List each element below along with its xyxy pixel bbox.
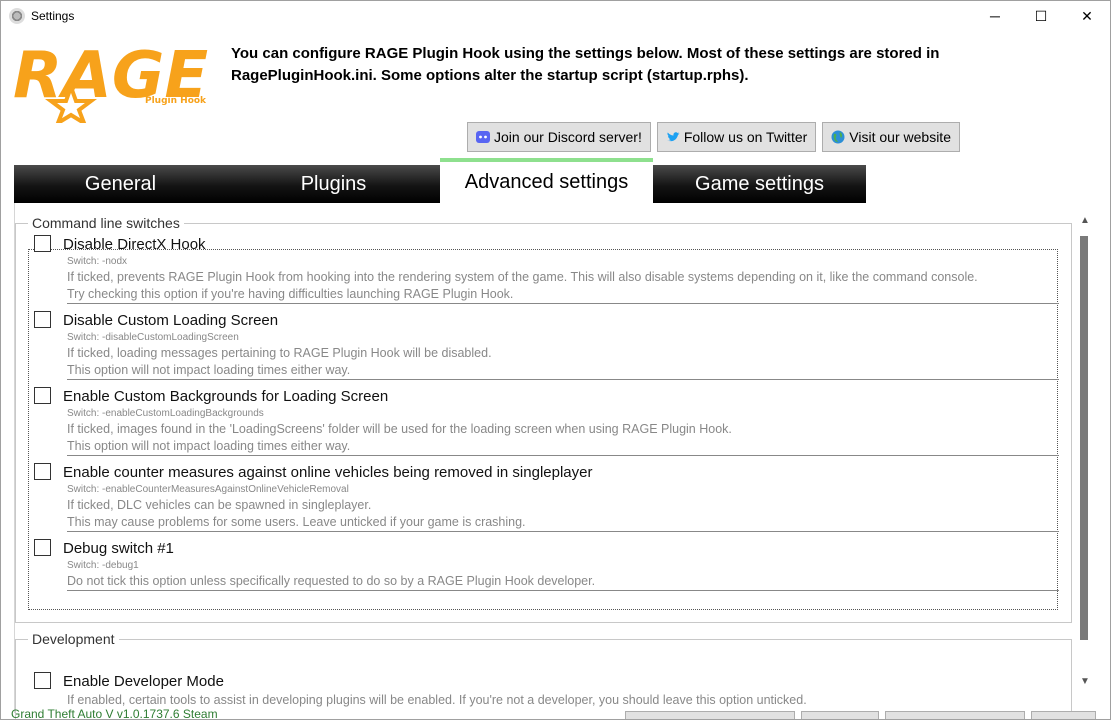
- intro-line-1: You can configure RAGE Plugin Hook using…: [231, 45, 940, 62]
- option-description: Try checking this option if you're havin…: [67, 287, 514, 301]
- option-title: Enable counter measures against online v…: [63, 464, 593, 481]
- globe-icon: [831, 130, 845, 144]
- option-title: Enable Developer Mode: [63, 673, 224, 690]
- option-separator: [67, 379, 1059, 380]
- window-controls: ─ ☐ ✕: [972, 1, 1110, 31]
- scroll-down-arrow-icon[interactable]: ▼: [1079, 677, 1091, 687]
- option-description: If ticked, prevents RAGE Plugin Hook fro…: [67, 270, 978, 284]
- option-switch: Switch: -disableCustomLoadingScreen: [67, 332, 239, 343]
- option-switch: Switch: -enableCustomLoadingBackgrounds: [67, 408, 264, 419]
- bottom-button[interactable]: [801, 711, 879, 719]
- option-switch: Switch: -nodx: [67, 256, 128, 267]
- rage-logo: RAGE Plugin Hook: [13, 41, 208, 123]
- discord-button[interactable]: Join our Discord server!: [467, 122, 651, 152]
- discord-label: Join our Discord server!: [494, 129, 642, 145]
- gear-icon: [9, 8, 25, 24]
- option-separator: [67, 531, 1059, 532]
- option-description: This option will not impact loading time…: [67, 363, 351, 377]
- option-description: This option will not impact loading time…: [67, 439, 351, 453]
- bottom-button[interactable]: [625, 711, 795, 719]
- twitter-icon: [666, 131, 680, 143]
- scroll-thumb[interactable]: [1080, 236, 1088, 640]
- maximize-button[interactable]: ☐: [1018, 1, 1064, 31]
- website-button[interactable]: Visit our website: [822, 122, 960, 152]
- link-buttons: Join our Discord server! Follow us on Tw…: [467, 122, 960, 152]
- advanced-settings-panel: Command line switches Disable DirectX Ho…: [14, 203, 1098, 719]
- tab-plugins[interactable]: Plugins: [227, 165, 440, 203]
- intro-line-2: RagePluginHook.ini. Some options alter t…: [231, 67, 749, 84]
- option-title: Disable Custom Loading Screen: [63, 312, 279, 329]
- option-title: Debug switch #1: [63, 540, 174, 557]
- tab-general[interactable]: General: [14, 165, 227, 203]
- bottom-button[interactable]: [1031, 711, 1096, 719]
- option-description: Do not tick this option unless specifica…: [67, 574, 596, 588]
- bottom-buttons: [625, 711, 1096, 719]
- tab-game-settings[interactable]: Game settings: [653, 165, 866, 203]
- group-legend: Development: [28, 631, 119, 647]
- option-separator: [67, 590, 1059, 591]
- option-separator: [67, 303, 1059, 304]
- scroll-up-arrow-icon[interactable]: ▲: [1079, 216, 1091, 226]
- enable-developer-mode-checkbox[interactable]: [34, 672, 51, 689]
- game-version-status: Grand Theft Auto V v1.0.1737.6 Steam: [11, 707, 218, 720]
- bottom-button[interactable]: [885, 711, 1025, 719]
- tab-advanced-settings[interactable]: Advanced settings: [440, 158, 653, 203]
- option-description: If ticked, loading messages pertaining t…: [67, 346, 492, 360]
- twitter-label: Follow us on Twitter: [683, 129, 808, 145]
- option-description: If ticked, DLC vehicles can be spawned i…: [67, 498, 372, 512]
- minimize-button[interactable]: ─: [972, 1, 1018, 31]
- twitter-button[interactable]: Follow us on Twitter: [656, 122, 817, 152]
- discord-icon: [476, 131, 490, 143]
- disable-directx-hook-checkbox[interactable]: [34, 235, 51, 252]
- option-title: Disable DirectX Hook: [63, 236, 206, 253]
- disable-custom-loading-screen-checkbox[interactable]: [34, 311, 51, 328]
- debug-switch-1-checkbox[interactable]: [34, 539, 51, 556]
- enable-counter-measures-checkbox[interactable]: [34, 463, 51, 480]
- intro-text: You can configure RAGE Plugin Hook using…: [231, 43, 1011, 87]
- title-bar: Settings ─ ☐ ✕: [1, 1, 1110, 31]
- tab-bar: General Plugins Advanced settings Game s…: [14, 158, 866, 203]
- window-title: Settings: [31, 9, 75, 23]
- option-description: If ticked, images found in the 'LoadingS…: [67, 422, 732, 436]
- command-line-switches-group: Command line switches Disable DirectX Ho…: [15, 215, 1072, 623]
- option-separator: [67, 455, 1059, 456]
- option-switch: Switch: -debug1: [67, 560, 139, 571]
- group-legend: Command line switches: [28, 215, 184, 231]
- logo-subtext: Plugin Hook: [145, 96, 207, 106]
- close-button[interactable]: ✕: [1064, 1, 1110, 31]
- vertical-scrollbar[interactable]: ▲ ▼: [1075, 214, 1095, 694]
- enable-custom-backgrounds-checkbox[interactable]: [34, 387, 51, 404]
- option-switch: Switch: -enableCounterMeasuresAgainstOnl…: [67, 484, 349, 495]
- option-title: Enable Custom Backgrounds for Loading Sc…: [63, 388, 389, 405]
- website-label: Visit our website: [849, 129, 951, 145]
- settings-window: Settings ─ ☐ ✕ RAGE Plugin Hook You can …: [0, 0, 1111, 720]
- option-description: This may cause problems for some users. …: [67, 515, 526, 529]
